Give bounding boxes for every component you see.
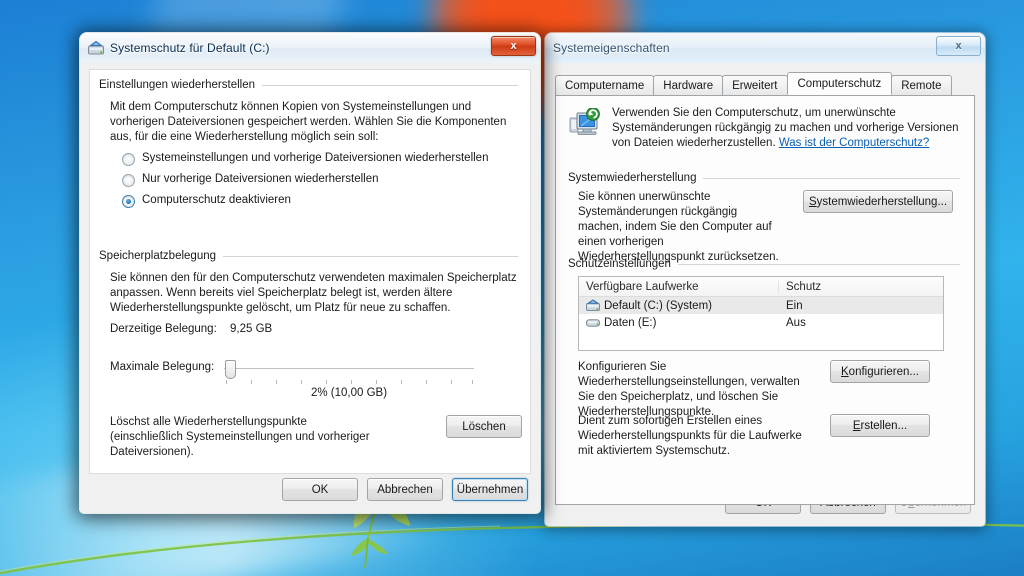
window-title-systemeigenschaften: Systemeigenschaften <box>553 41 670 55</box>
listview-header: Verfügbare Laufwerke Schutz <box>579 277 943 297</box>
drive-name: Default (C:) (System) <box>604 299 712 312</box>
delete-description: Löschst alle Wiederherstellungspunkte (e… <box>110 416 370 458</box>
tab-computername[interactable]: Computername <box>555 75 655 95</box>
systemeigenschaften-body: Computername Hardware Erweitert Computer… <box>545 63 985 526</box>
radio-option-computerschutz-deaktivieren[interactable]: Computerschutz deaktivieren <box>122 194 518 208</box>
radio-icon[interactable] <box>122 195 135 208</box>
tab-computerschutz[interactable]: Computerschutz <box>786 72 893 95</box>
current-usage-value: 9,25 GB <box>230 323 273 335</box>
tab-page-computerschutz: Verwenden Sie den Computerschutz, um une… <box>555 95 975 505</box>
erstellen-description: Dient zum sofortigen Erstellen eines Wie… <box>578 415 802 457</box>
systemschutz-body: Einstellungen wiederherstellen Mit dem C… <box>80 63 540 513</box>
systemwiederherstellung-description: Sie können unerwünschte Systemänderungen… <box>578 191 779 263</box>
divider <box>223 255 518 257</box>
drive-name: Daten (E:) <box>604 316 657 329</box>
tab-label: Remote <box>901 79 942 92</box>
titlebar-systemeigenschaften[interactable]: Systemeigenschaften x <box>545 33 985 63</box>
close-icon[interactable]: x <box>491 36 536 56</box>
slider-value-text: 2% (10,00 GB) <box>310 387 388 399</box>
drive-shield-icon <box>88 40 104 56</box>
accesskey-letter: K <box>841 365 849 378</box>
button-label-rest: onfigurieren... <box>848 365 919 378</box>
table-row[interactable]: Default (C:) (System) Ein <box>579 297 943 314</box>
ok-button[interactable]: OK <box>282 478 358 501</box>
current-usage-row: Derzeitige Belegung: 9,25 GB <box>110 323 522 335</box>
radio-option-systemeinstellungen-und-dateiversionen[interactable]: Systemeinstellungen und vorherige Dateiv… <box>122 152 518 166</box>
tab-hardware[interactable]: Hardware <box>653 75 724 95</box>
space-description: Sie können den für den Computerschutz ve… <box>110 272 517 314</box>
column-header-laufwerke[interactable]: Verfügbare Laufwerke <box>579 280 779 293</box>
accesskey-letter: E <box>852 419 861 432</box>
current-usage-label: Derzeitige Belegung: <box>110 323 217 335</box>
group-title: Einstellungen wiederherstellen <box>99 79 255 91</box>
computer-restore-icon <box>569 108 600 135</box>
systemwiederherstellung-button[interactable]: Systemwiederherstellung... <box>803 190 953 213</box>
intro-block: Verwenden Sie den Computerschutz, um une… <box>568 106 960 151</box>
group-title: Systemwiederherstellung <box>568 172 697 184</box>
group-title: Schutzeinstellungen <box>568 258 671 270</box>
window-title-systemschutz: Systemschutz für Default (C:) <box>110 41 270 55</box>
tab-label: Hardware <box>663 79 714 92</box>
radio-label: Nur vorherige Dateiversionen wiederherst… <box>142 173 379 185</box>
button-label-rest: ystemwiederherstellung... <box>816 195 948 208</box>
restore-description: Mit dem Computerschutz können Kopien von… <box>110 101 507 143</box>
tab-label: Computername <box>565 79 645 92</box>
restore-options-group[interactable]: Systemeinstellungen und vorherige Dateiv… <box>122 152 518 215</box>
group-label-einstellungen-wiederherstellen: Einstellungen wiederherstellen <box>99 79 518 91</box>
max-usage-label: Maximale Belegung: <box>110 361 215 373</box>
group-label-schutzeinstellungen: Schutzeinstellungen <box>568 258 960 270</box>
cancel-button[interactable]: Abbrechen <box>367 478 443 501</box>
max-usage-slider[interactable] <box>224 358 474 384</box>
divider <box>262 84 518 86</box>
help-link-computerschutz[interactable]: Was ist der Computerschutz? <box>779 137 929 149</box>
tab-remote[interactable]: Remote <box>891 75 952 95</box>
konfigurieren-button[interactable]: Konfigurieren... <box>830 360 930 383</box>
tab-erweitert[interactable]: Erweitert <box>722 75 788 95</box>
erstellen-button[interactable]: Erstellen... <box>830 414 930 437</box>
group-label-systemwiederherstellung: Systemwiederherstellung <box>568 172 960 184</box>
radio-label: Systemeinstellungen und vorherige Dateiv… <box>142 152 489 164</box>
cell-protection: Ein <box>786 299 803 312</box>
radio-icon[interactable] <box>122 174 135 187</box>
drive-icon <box>586 319 600 327</box>
group-label-speicherplatzbelegung: Speicherplatzbelegung <box>99 250 518 262</box>
systemschutz-footer: OK Abbrechen Übernehmen <box>282 478 528 501</box>
radio-option-nur-dateiversionen[interactable]: Nur vorherige Dateiversionen wiederherst… <box>122 173 518 187</box>
intro-text: Verwenden Sie den Computerschutz, um une… <box>612 106 960 151</box>
system-drive-icon <box>586 299 600 311</box>
systemschutz-content-panel: Einstellungen wiederherstellen Mit dem C… <box>89 69 531 474</box>
tab-label: Computerschutz <box>797 77 882 90</box>
slider-thumb[interactable] <box>225 360 236 379</box>
cell-protection: Aus <box>786 316 806 329</box>
button-label-rest: rstellen... <box>860 419 908 432</box>
close-icon[interactable]: x <box>936 36 981 56</box>
slider-track[interactable] <box>224 368 474 369</box>
cell-drive: Default (C:) (System) <box>579 299 779 312</box>
divider <box>677 263 960 265</box>
group-title: Speicherplatzbelegung <box>99 250 217 262</box>
titlebar-systemschutz[interactable]: Systemschutz für Default (C:) x <box>80 33 540 63</box>
radio-icon[interactable] <box>122 153 135 166</box>
column-header-schutz[interactable]: Schutz <box>779 281 821 293</box>
accesskey-letter: S <box>808 195 817 208</box>
divider <box>703 177 960 179</box>
radio-label: Computerschutz deaktivieren <box>142 194 291 206</box>
tab-strip[interactable]: Computername Hardware Erweitert Computer… <box>555 72 975 95</box>
tab-label: Erweitert <box>732 79 778 92</box>
window-systemschutz[interactable]: Systemschutz für Default (C:) x Einstell… <box>80 33 540 513</box>
delete-button[interactable]: Löschen <box>446 415 522 438</box>
apply-button[interactable]: Übernehmen <box>452 478 528 501</box>
drives-listview[interactable]: Verfügbare Laufwerke Schutz Default (C:)… <box>578 276 944 351</box>
table-row[interactable]: Daten (E:) Aus <box>579 314 943 331</box>
cell-drive: Daten (E:) <box>579 316 779 329</box>
konfigurieren-description: Konfigurieren Sie Wiederherstellungseins… <box>578 361 800 418</box>
window-systemeigenschaften[interactable]: Systemeigenschaften x Computername Hardw… <box>545 33 985 526</box>
